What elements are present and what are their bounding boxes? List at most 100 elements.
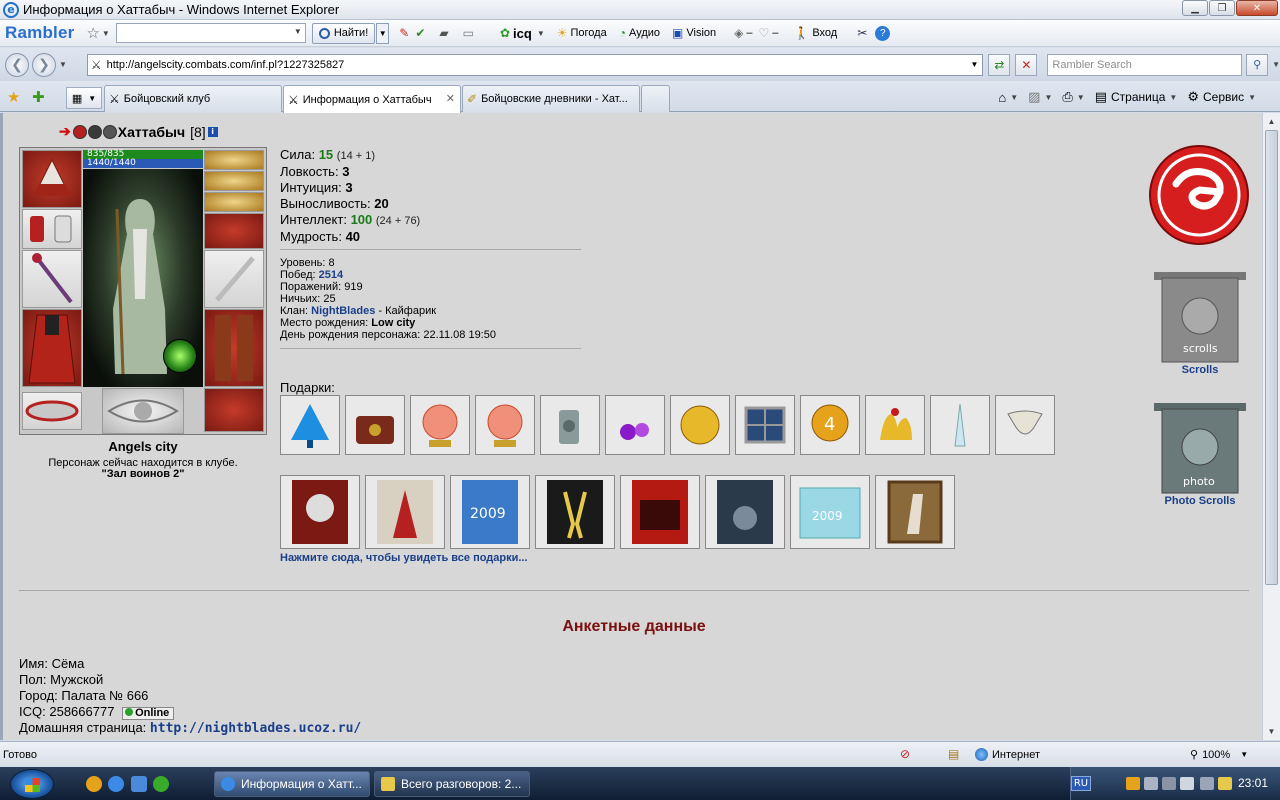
chevron-down-icon[interactable]: ▼ <box>1169 93 1177 102</box>
pencil-icon[interactable]: ✎ <box>399 26 409 40</box>
spellcheck-icon[interactable]: ✔ <box>415 26 425 40</box>
protected-mode-icon[interactable]: ▤ <box>948 747 959 761</box>
history-dropdown-icon[interactable]: ▼ <box>59 60 67 69</box>
gift-poster-2009[interactable]: 2009 <box>450 475 530 549</box>
rank-badge-icon[interactable] <box>102 124 117 139</box>
bracers-slot[interactable] <box>22 209 82 249</box>
close-button[interactable]: ✕ <box>1236 0 1278 16</box>
gift-poster-warrior[interactable] <box>365 475 445 549</box>
maximize-button[interactable]: ❐ <box>1209 0 1235 16</box>
rambler-search-input[interactable]: ▼ <box>115 23 306 43</box>
homepage-link[interactable]: http://nightblades.ucoz.ru/ <box>150 721 361 736</box>
armor-slot[interactable] <box>22 309 82 387</box>
gift-icicle[interactable] <box>930 395 990 455</box>
language-indicator[interactable]: RU <box>1071 776 1091 791</box>
all-gifts-link[interactable]: Нажмите сюда, чтобы увидеть все подарки.… <box>280 552 528 564</box>
close-tab-icon[interactable]: ✕ <box>446 92 455 105</box>
eraser-icon[interactable]: ▰ <box>439 26 448 40</box>
tray-monitor-icon[interactable] <box>1200 777 1214 790</box>
search-dropdown-icon[interactable]: ▼ <box>1272 60 1280 69</box>
info-icon[interactable]: i <box>207 126 218 137</box>
combats-logo[interactable] <box>1148 144 1250 246</box>
align-badge-icon[interactable] <box>87 124 102 139</box>
icq-button[interactable]: ✿ icq ▼ <box>500 26 545 41</box>
tray-avast-icon[interactable] <box>1126 777 1140 790</box>
address-input[interactable]: ⚔ http://angelscity.combats.com/inf.pl?1… <box>86 53 984 76</box>
chevron-down-icon[interactable]: ▼ <box>294 27 302 36</box>
rambler-logo[interactable]: Rambler <box>5 23 74 43</box>
new-tab-button[interactable] <box>641 85 670 112</box>
quicklaunch-icq-icon[interactable] <box>153 776 169 792</box>
chevron-down-icon[interactable]: ▼ <box>1077 93 1085 102</box>
gift-gold-emblem[interactable] <box>670 395 730 455</box>
weather-button[interactable]: ☀ Погода <box>557 26 607 40</box>
taskbar-item-ie[interactable]: Информация о Хатт... <box>214 771 370 797</box>
clan-link[interactable]: NightBlades <box>311 305 375 317</box>
clan-badge-icon[interactable] <box>72 124 87 139</box>
icq-status-badge[interactable]: Online <box>122 707 175 720</box>
leggings-slot[interactable] <box>204 309 264 387</box>
rings-slot[interactable] <box>204 192 264 212</box>
gift-ice-tree[interactable] <box>280 395 340 455</box>
zoom-control[interactable]: ⚲ 100% ▼ <box>1190 748 1248 762</box>
chevron-down-icon[interactable]: ▼ <box>1044 93 1052 102</box>
gift-crystal-ball[interactable] <box>410 395 470 455</box>
taskbar-item-chat[interactable]: Всего разговоров: 2... <box>374 771 530 797</box>
add-favorite-icon[interactable]: ✚ <box>32 88 45 106</box>
login-button[interactable]: 🚶 Вход <box>794 26 837 40</box>
helmet-slot[interactable] <box>22 150 82 208</box>
back-button[interactable]: ❮ <box>5 52 29 77</box>
popup-blocked-icon[interactable]: ⊘ <box>900 747 910 761</box>
gift-minotaur[interactable] <box>705 475 785 549</box>
keyboard-icon[interactable]: ▭ <box>463 26 474 40</box>
character-avatar[interactable] <box>83 169 203 387</box>
chevron-down-icon[interactable]: ▼ <box>102 29 110 38</box>
tray-keyboard-icon[interactable] <box>1218 777 1232 790</box>
minimize-button[interactable]: ▁ <box>1182 0 1208 16</box>
help-icon[interactable]: ? <box>875 25 891 41</box>
gift-poster-fist[interactable] <box>280 475 360 549</box>
amulet-slot[interactable] <box>204 171 264 191</box>
favorites-center-icon[interactable]: ★ <box>7 88 20 106</box>
start-button[interactable] <box>10 769 54 799</box>
print-icon[interactable]: ⎙ <box>1062 89 1072 105</box>
tools-icon[interactable]: ✂ <box>857 26 867 40</box>
earrings-slot[interactable] <box>204 150 264 170</box>
refresh-button[interactable]: ⇄ <box>988 53 1011 76</box>
gift-framed-horse[interactable] <box>875 475 955 549</box>
gift-handbag[interactable] <box>345 395 405 455</box>
tab-fight-club[interactable]: ⚔ Бойцовский клуб <box>104 85 282 112</box>
scroll-up-button[interactable]: ▲ <box>1263 113 1280 130</box>
rambler-search-box[interactable]: Rambler Search <box>1047 53 1243 76</box>
chevron-down-icon[interactable]: ▼ <box>1248 93 1256 102</box>
gift-frozen-window[interactable] <box>735 395 795 455</box>
forward-button[interactable]: ❯ <box>31 52 56 77</box>
clock[interactable]: 23:01 <box>1238 776 1268 790</box>
gift-stein[interactable] <box>540 395 600 455</box>
gift-champagne[interactable] <box>535 475 615 549</box>
tab-character-info[interactable]: ⚔ Информация о Хаттабыч ✕ <box>283 85 461 113</box>
gift-skull[interactable] <box>995 395 1055 455</box>
photo-scrolls-banner[interactable]: photo <box>1150 401 1250 499</box>
tab-diaries[interactable]: ✐ Бойцовские дневники - Хат... <box>462 85 640 112</box>
favorites-heart-button[interactable]: ♡ – <box>758 26 778 40</box>
gift-potions[interactable] <box>605 395 665 455</box>
quicklaunch-desktop-icon[interactable] <box>131 776 147 792</box>
scrolls-banner[interactable]: scrolls <box>1150 270 1250 368</box>
page-menu[interactable]: Страница <box>1111 90 1165 104</box>
scrolls-link[interactable]: Scrolls <box>1150 364 1250 376</box>
photo-scrolls-link[interactable]: Photo Scrolls <box>1150 495 1250 507</box>
home-icon[interactable]: ⌂ <box>998 90 1006 105</box>
gift-poster-red[interactable] <box>620 475 700 549</box>
boots-slot[interactable] <box>204 388 264 432</box>
gift-bells[interactable] <box>865 395 925 455</box>
gloves-slot[interactable] <box>204 213 264 249</box>
chevron-down-icon[interactable]: ▼ <box>1010 93 1018 102</box>
volume-icon[interactable] <box>1180 777 1194 790</box>
chevron-down-icon[interactable]: ▼ <box>971 60 979 69</box>
scroll-thumb[interactable] <box>1265 130 1278 585</box>
audio-button[interactable]: ◔ Аудио <box>619 26 660 40</box>
find-button[interactable]: Найти! <box>311 22 376 44</box>
search-icon[interactable]: ⚲ <box>1246 53 1269 76</box>
quicklaunch-avast-icon[interactable] <box>86 776 102 792</box>
